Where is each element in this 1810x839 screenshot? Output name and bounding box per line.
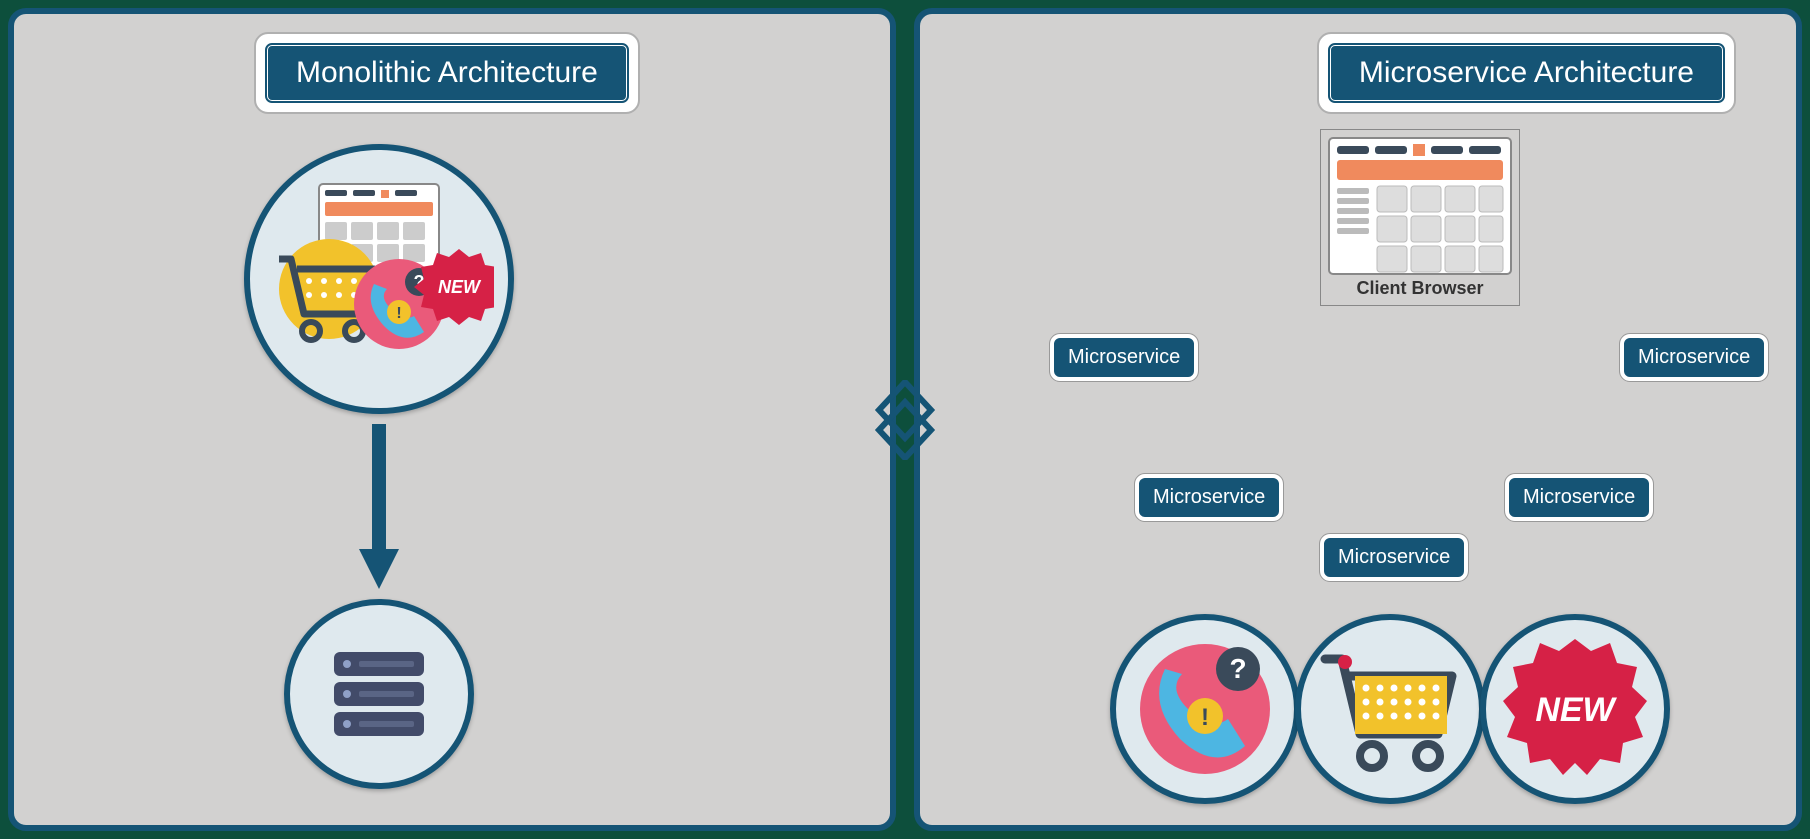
support-service-circle: ? !	[1110, 614, 1300, 804]
browser-window-icon	[1327, 136, 1513, 276]
shopping-cart-icon	[1310, 634, 1470, 784]
cart-service-circle	[1295, 614, 1485, 804]
monolith-app-circle: ? ! NEW	[244, 144, 514, 414]
support-phone-icon: ? !	[1130, 634, 1280, 784]
new-service-circle: NEW	[1480, 614, 1670, 804]
microservice-box-center: Microservice	[1320, 534, 1468, 581]
new-badge-icon: NEW	[1495, 629, 1655, 789]
svg-text:!: !	[1201, 704, 1209, 731]
monolith-composite-icon: ? ! NEW	[264, 179, 494, 379]
server-circle	[284, 599, 474, 789]
microservice-box-mid-right: Microservice	[1505, 474, 1653, 521]
microservice-box-top-left: Microservice	[1050, 334, 1198, 381]
microservice-box-top-right: Microservice	[1620, 334, 1768, 381]
svg-text:?: ?	[1229, 653, 1246, 684]
client-browser-box: Client Browser	[1320, 129, 1520, 306]
arrow-down-icon	[354, 424, 404, 594]
diagram-container: Monolithic Architecture	[8, 8, 1802, 831]
client-browser-label: Client Browser	[1327, 278, 1513, 299]
connection-lines	[920, 14, 1220, 164]
new-badge-text: NEW	[1535, 691, 1617, 729]
monolithic-title-plate: Monolithic Architecture	[254, 32, 640, 114]
server-icon	[319, 634, 439, 754]
microservice-title: Microservice Architecture	[1327, 42, 1726, 104]
microservice-box-mid-left: Microservice	[1135, 474, 1283, 521]
svg-text:NEW: NEW	[438, 277, 482, 297]
monolithic-title: Monolithic Architecture	[264, 42, 630, 104]
monolithic-panel: Monolithic Architecture	[8, 8, 896, 831]
microservice-panel: Microservice Architecture	[914, 8, 1802, 831]
svg-text:!: !	[396, 305, 401, 322]
microservice-title-plate: Microservice Architecture	[1317, 32, 1736, 114]
